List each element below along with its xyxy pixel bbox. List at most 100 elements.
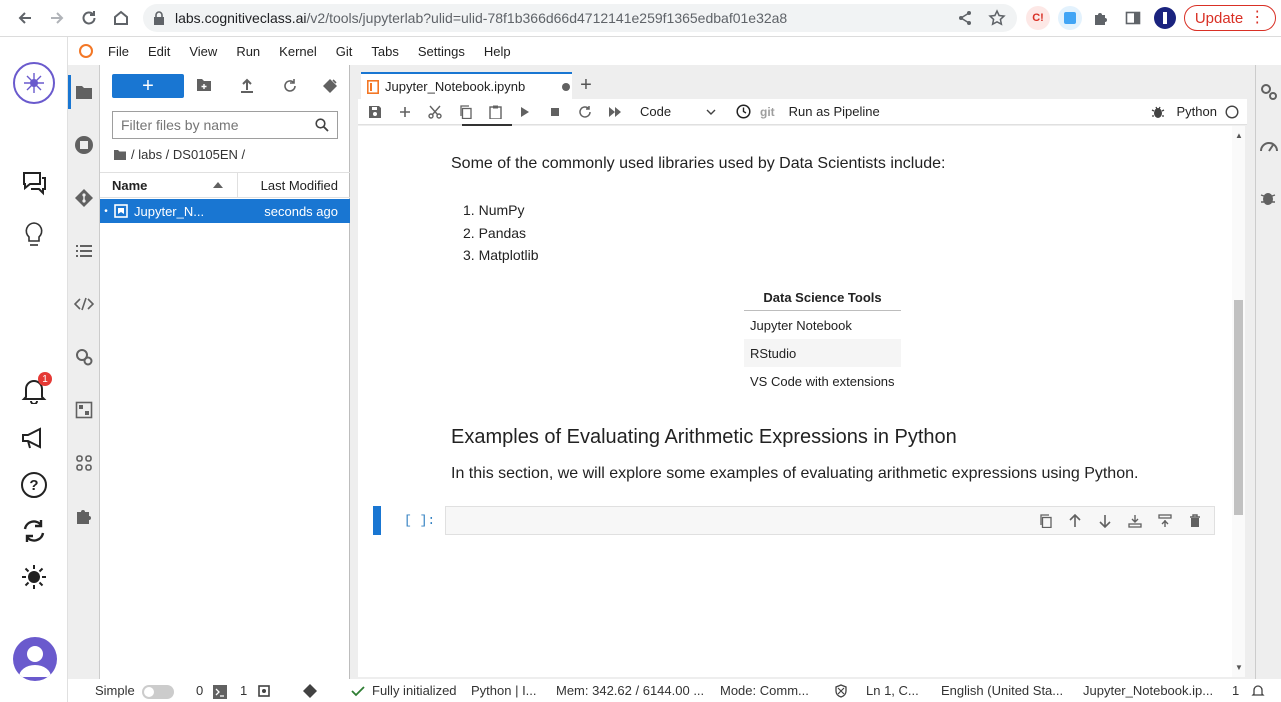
menu-edit[interactable]: Edit	[148, 44, 170, 59]
folder-icon[interactable]	[72, 80, 96, 104]
cognitive-class-logo-icon[interactable]	[12, 61, 56, 105]
user-avatar-icon[interactable]	[13, 637, 57, 681]
kernel-count[interactable]: 1	[240, 683, 247, 698]
extension-c-icon[interactable]: C!	[1026, 6, 1050, 30]
interrupt-kernel-icon[interactable]	[540, 99, 570, 125]
list-item: 1. NumPy	[463, 202, 525, 218]
git-clone-icon[interactable]	[322, 78, 338, 94]
kernel-status-name[interactable]: Python | I...	[471, 683, 537, 698]
git-icon[interactable]	[72, 186, 96, 210]
code-cell-editor[interactable]	[445, 506, 1215, 535]
back-icon[interactable]	[14, 7, 36, 29]
lightbulb-icon[interactable]	[14, 215, 54, 255]
run-as-pipeline-button[interactable]: Run as Pipeline	[789, 104, 880, 119]
upload-icon[interactable]	[240, 78, 254, 94]
kernel-gear-icon[interactable]	[257, 684, 271, 698]
file-list-item[interactable]: • Jupyter_N... seconds ago	[100, 199, 350, 223]
bookmark-star-icon[interactable]	[986, 7, 1008, 29]
breadcrumb-folder-icon[interactable]	[114, 149, 126, 160]
chat-icon[interactable]	[14, 163, 54, 203]
insert-cell-icon[interactable]	[390, 99, 420, 125]
notification-bell-icon[interactable]	[1251, 683, 1265, 698]
trusted-shield-icon[interactable]	[834, 684, 848, 698]
insert-above-icon[interactable]	[1120, 509, 1150, 533]
extension-fi-icon[interactable]	[1058, 6, 1082, 30]
scroll-up-icon[interactable]: ▲	[1235, 131, 1243, 140]
menu-view[interactable]: View	[189, 44, 217, 59]
components-icon[interactable]	[72, 451, 96, 475]
kernel-name[interactable]: Python	[1177, 104, 1217, 119]
menu-file[interactable]: File	[108, 44, 129, 59]
save-icon[interactable]	[360, 99, 390, 125]
property-inspector-gears-icon[interactable]	[72, 345, 96, 369]
breadcrumb[interactable]: / labs / DS0105EN /	[114, 147, 245, 162]
restart-kernel-icon[interactable]	[570, 99, 600, 125]
menu-git[interactable]: Git	[336, 44, 353, 59]
help-question-icon[interactable]: ?	[14, 465, 54, 505]
debugger-bug-icon[interactable]	[1151, 105, 1165, 119]
forward-icon[interactable]	[46, 7, 68, 29]
extension-panel-icon[interactable]	[72, 398, 96, 422]
reload-icon[interactable]	[78, 7, 100, 29]
terminal-count[interactable]: 0	[196, 683, 203, 698]
filter-input-box[interactable]	[112, 111, 338, 139]
menu-settings[interactable]: Settings	[418, 44, 465, 59]
share-icon[interactable]	[954, 7, 976, 29]
notification-count[interactable]: 1	[1232, 683, 1239, 698]
extensions-puzzle-icon[interactable]	[1090, 7, 1112, 29]
active-cell-collapser[interactable]	[373, 506, 381, 535]
filter-files-input[interactable]	[121, 117, 301, 133]
extension-manager-puzzle-icon[interactable]	[72, 504, 96, 528]
menu-help[interactable]: Help	[484, 44, 511, 59]
notebook-mode[interactable]: Mode: Comm...	[720, 683, 809, 698]
add-tab-button[interactable]: +	[573, 73, 599, 97]
property-inspector-icon[interactable]	[1259, 82, 1279, 102]
git-status-icon[interactable]	[303, 684, 317, 698]
scrollbar-thumb[interactable]	[1234, 300, 1243, 515]
simple-mode-toggle[interactable]	[142, 685, 174, 699]
side-panel-icon[interactable]	[1122, 7, 1144, 29]
display-language[interactable]: English (United Sta...	[941, 683, 1063, 698]
duplicate-cell-icon[interactable]	[1030, 509, 1060, 533]
new-folder-icon[interactable]	[196, 78, 212, 92]
code-snippets-icon[interactable]	[72, 292, 96, 316]
svg-text:?: ?	[29, 477, 38, 494]
cursor-position[interactable]: Ln 1, C...	[866, 683, 919, 698]
menu-run[interactable]: Run	[236, 44, 260, 59]
update-button[interactable]: Update ⋮	[1184, 5, 1276, 31]
running-stop-icon[interactable]	[72, 133, 96, 157]
resource-gauge-icon[interactable]	[1259, 136, 1279, 154]
notebook-scrollbar[interactable]: ▲ ▼	[1232, 126, 1245, 677]
cut-icon[interactable]	[420, 99, 450, 125]
breadcrumb-path[interactable]: / labs / DS0105EN /	[131, 147, 245, 162]
theme-brightness-icon[interactable]	[14, 557, 54, 597]
cell-type-select[interactable]: Code	[634, 101, 722, 123]
menu-tabs[interactable]: Tabs	[371, 44, 398, 59]
home-icon[interactable]	[110, 7, 132, 29]
profile-avatar-icon[interactable]	[1154, 7, 1176, 29]
delete-cell-icon[interactable]	[1180, 509, 1210, 533]
new-launcher-button[interactable]: +	[112, 74, 184, 98]
name-column-header[interactable]: Name	[100, 173, 238, 197]
notebook-tab[interactable]: Jupyter_Notebook.ipynb	[361, 72, 572, 99]
insert-below-icon[interactable]	[1150, 509, 1180, 533]
last-modified-column-header[interactable]: Last Modified	[238, 173, 350, 197]
scroll-down-icon[interactable]: ▼	[1235, 663, 1243, 672]
move-down-icon[interactable]	[1090, 509, 1120, 533]
refresh-icon[interactable]	[282, 78, 298, 94]
terminal-icon[interactable]	[213, 685, 227, 699]
menu-kernel[interactable]: Kernel	[279, 44, 317, 59]
move-up-icon[interactable]	[1060, 509, 1090, 533]
clock-icon[interactable]	[728, 99, 758, 125]
file-modified: seconds ago	[264, 203, 338, 219]
jupyter-menubar: File Edit View Run Kernel Git Tabs Setti…	[68, 37, 1281, 65]
announcements-megaphone-icon[interactable]	[14, 418, 54, 458]
debugger-icon[interactable]	[1260, 189, 1276, 207]
notifications-bell-icon[interactable]: 1	[14, 370, 54, 410]
sync-refresh-icon[interactable]	[14, 511, 54, 551]
git-diff-button[interactable]: git	[760, 105, 775, 119]
unsaved-dot-icon[interactable]	[561, 82, 571, 92]
address-bar[interactable]: labs.cognitiveclass.ai/v2/tools/jupyterl…	[143, 4, 1017, 32]
table-of-contents-icon[interactable]	[72, 239, 96, 263]
run-all-icon[interactable]	[600, 99, 630, 125]
